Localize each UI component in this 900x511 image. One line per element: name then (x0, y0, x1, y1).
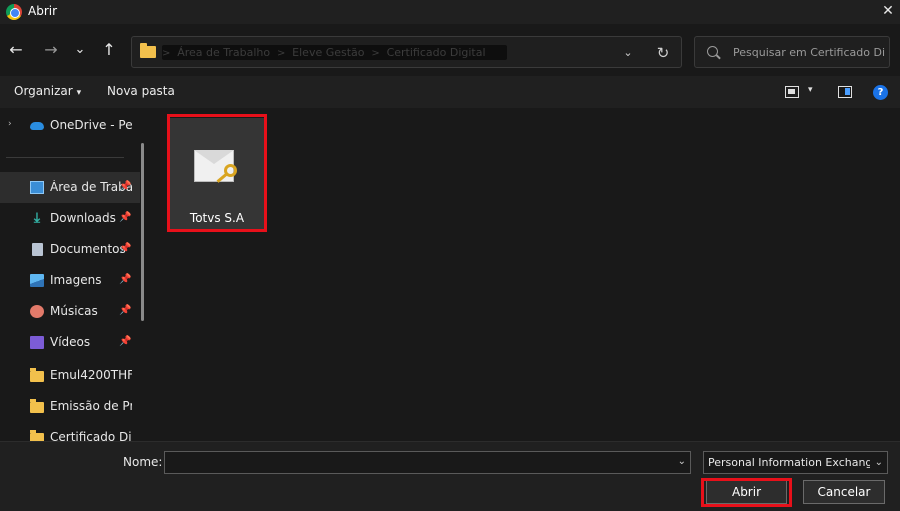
sidebar-item-emissao[interactable]: Emissão de Prim (0, 391, 140, 422)
preview-pane-icon[interactable] (838, 86, 852, 98)
certificate-envelope-key-icon (194, 142, 240, 194)
folder-icon (30, 399, 44, 413)
sidebar-item-music[interactable]: Músicas 📌 (0, 296, 140, 327)
up-arrow-icon[interactable]: ↑ (97, 38, 121, 62)
folder-icon (140, 43, 156, 58)
back-arrow-icon[interactable]: ← (4, 38, 28, 62)
file-type-filter[interactable]: Personal Information Exchange ⌄ (703, 451, 888, 474)
address-bar[interactable]: > Área de Trabalho > Eleve Gestão > Cert… (131, 36, 682, 68)
open-button[interactable]: Abrir (706, 480, 787, 504)
chevron-down-icon[interactable]: ⌄ (678, 456, 686, 467)
onedrive-cloud-icon (30, 122, 44, 130)
documents-icon (32, 243, 43, 256)
address-dropdown-icon[interactable]: ⌄ (618, 43, 638, 63)
pin-icon: 📌 (119, 336, 132, 347)
breadcrumb-separator: > (162, 48, 171, 59)
breadcrumb-certificado-digital[interactable]: Certificado Digital (384, 46, 489, 59)
breadcrumb[interactable]: > Área de Trabalho > Eleve Gestão > Cert… (162, 45, 507, 60)
file-name-input[interactable] (169, 455, 664, 470)
breadcrumb-separator: > (276, 48, 286, 59)
file-name-label: Nome: (123, 455, 163, 469)
sidebar-item-label: Emul4200THFI_I (50, 368, 132, 382)
pin-icon: 📌 (119, 274, 132, 285)
new-folder-button[interactable]: Nova pasta (107, 84, 175, 98)
music-icon (30, 305, 44, 318)
search-box[interactable] (694, 36, 890, 68)
search-input[interactable] (733, 44, 885, 60)
close-icon[interactable]: ✕ (876, 0, 900, 24)
pin-icon: 📌 (119, 243, 132, 254)
view-mode-icon[interactable] (785, 86, 799, 98)
search-icon (707, 46, 718, 57)
organize-label: Organizar (14, 84, 73, 98)
recent-locations-chevron-icon[interactable]: ⌄ (68, 38, 92, 62)
videos-icon (30, 336, 44, 349)
sidebar-divider (6, 157, 124, 158)
navigation-pane: › OneDrive - Perso Área de Trabalho 📌 ⤓ … (0, 108, 148, 441)
downloads-icon: ⤓ (33, 210, 41, 226)
caret-down-icon: ▾ (76, 88, 82, 98)
pictures-icon (30, 274, 44, 287)
breadcrumb-desktop[interactable]: Área de Trabalho (174, 46, 273, 59)
file-list[interactable]: Totvs S.A (153, 108, 900, 441)
sidebar-scrollbar[interactable] (141, 143, 144, 321)
chrome-app-icon (6, 4, 22, 20)
desktop-icon (30, 181, 44, 194)
forward-arrow-icon[interactable]: → (39, 38, 63, 62)
expand-chevron-icon[interactable]: › (8, 119, 12, 129)
organize-button[interactable]: Organizar ▾ (14, 84, 81, 98)
sidebar-item-label: Certificado Digit (50, 430, 132, 441)
chevron-down-icon[interactable]: ⌄ (875, 457, 883, 468)
sidebar-item-onedrive[interactable]: › OneDrive - Perso (0, 110, 140, 141)
pin-icon: 📌 (119, 181, 132, 192)
sidebar-item-downloads[interactable]: ⤓ Downloads 📌 (0, 203, 140, 234)
file-name-combobox[interactable]: ⌄ (164, 451, 691, 474)
pin-icon: 📌 (119, 305, 132, 316)
breadcrumb-eleve-gestao[interactable]: Eleve Gestão (289, 46, 367, 59)
sidebar-item-label: Emissão de Prim (50, 399, 132, 413)
folder-icon (30, 368, 44, 382)
sidebar-item-emul4200[interactable]: Emul4200THFI_I (0, 360, 140, 391)
sidebar-item-videos[interactable]: Vídeos 📌 (0, 327, 140, 358)
help-icon[interactable]: ? (873, 85, 888, 100)
sidebar-item-certificado[interactable]: Certificado Digit (0, 422, 140, 441)
file-name: Totvs S.A (189, 211, 245, 225)
cancel-button[interactable]: Cancelar (803, 480, 885, 504)
breadcrumb-separator: > (371, 48, 380, 59)
window-title: Abrir (28, 4, 58, 18)
dialog-footer: Nome: ⌄ Personal Information Exchange ⌄ … (0, 441, 900, 511)
refresh-icon[interactable]: ↻ (652, 43, 674, 63)
pin-icon: 📌 (119, 212, 132, 223)
command-toolbar: Organizar ▾ Nova pasta ▾ ? (0, 76, 900, 108)
sidebar-item-desktop[interactable]: Área de Trabalho 📌 (0, 172, 140, 203)
file-type-value: Personal Information Exchange (708, 456, 870, 469)
title-bar: Abrir ✕ (0, 0, 900, 24)
folder-icon (30, 430, 44, 441)
view-options-caret-icon[interactable]: ▾ (808, 85, 813, 95)
file-item[interactable]: Totvs S.A (169, 118, 265, 230)
sidebar-item-label: OneDrive - Perso (50, 118, 132, 132)
sidebar-item-pictures[interactable]: Imagens 📌 (0, 265, 140, 296)
sidebar-item-documents[interactable]: Documentos 📌 (0, 234, 140, 265)
navigation-bar: ← → ⌄ ↑ > Área de Trabalho > Eleve Gestã… (0, 24, 900, 76)
